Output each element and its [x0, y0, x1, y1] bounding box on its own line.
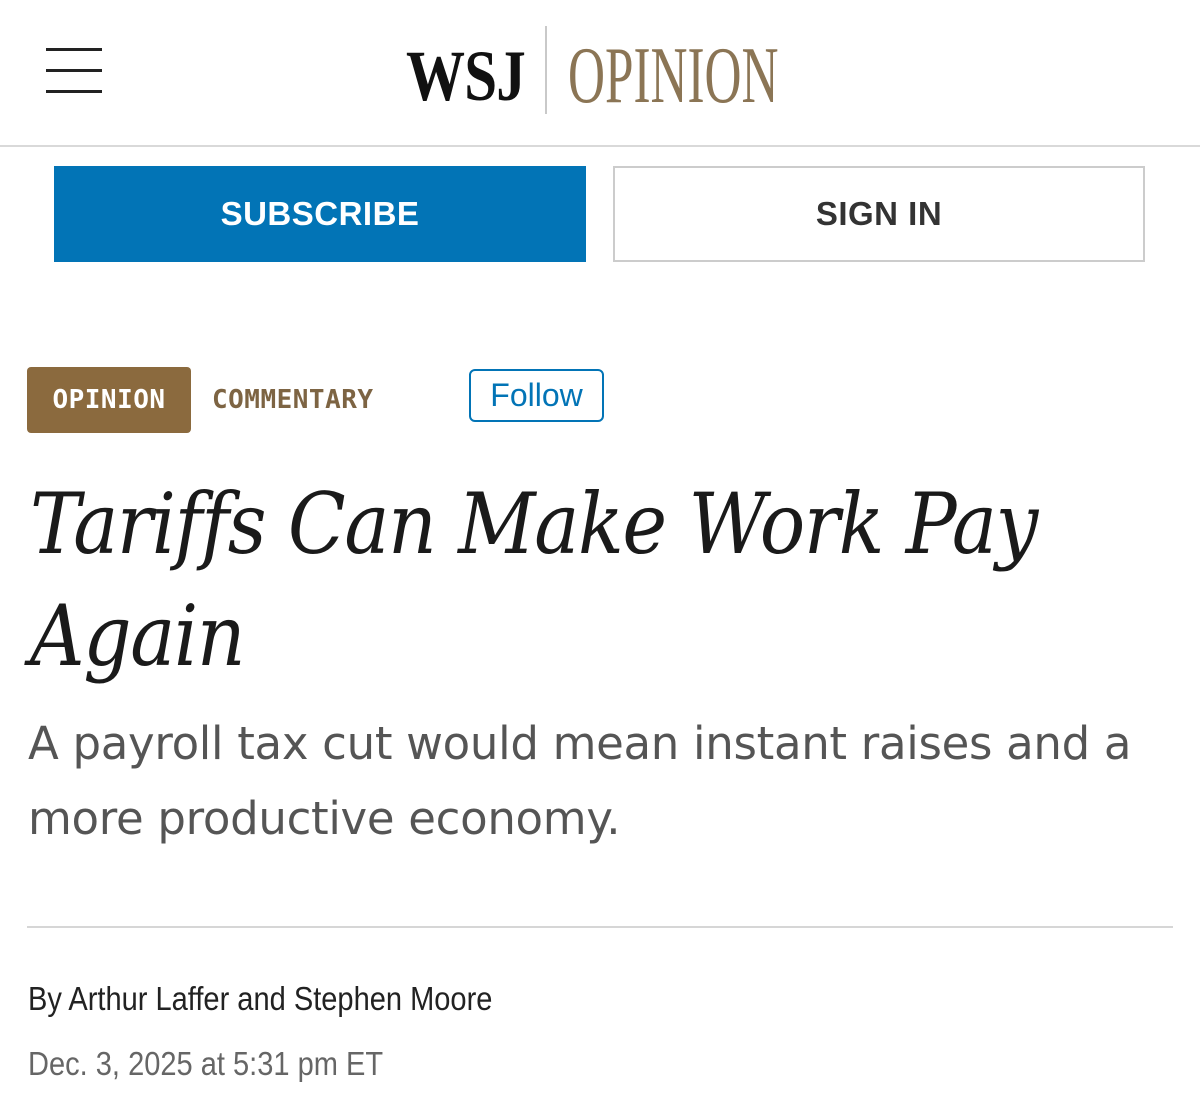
menu-bar-bottom	[46, 90, 102, 93]
publish-date: Dec. 3, 2025 at 5:31 pm ET	[28, 1045, 384, 1082]
divider	[27, 926, 1173, 928]
byline: By Arthur Laffer and Stephen Moore	[28, 980, 493, 1017]
subscribe-button[interactable]: SUBSCRIBE	[54, 166, 586, 262]
sign-in-button[interactable]: SIGN IN	[613, 166, 1145, 262]
logo-divider	[545, 26, 547, 114]
commentary-label[interactable]: COMMENTARY	[212, 380, 374, 420]
article-headline: Tariffs Can Make Work Pay Again	[30, 475, 1038, 685]
follow-button[interactable]: Follow	[469, 369, 604, 422]
opinion-section-tag[interactable]: OPINION	[27, 367, 191, 433]
menu-bar-top	[46, 48, 102, 51]
wsj-logo[interactable]: WSJ	[406, 38, 526, 114]
article-dek: A payroll tax cut would mean instant rai…	[28, 717, 1132, 845]
menu-bar-middle	[46, 69, 102, 72]
opinion-section-logo[interactable]: OPINION	[568, 36, 778, 116]
hamburger-menu-icon[interactable]	[46, 48, 102, 94]
masthead: WSJ OPINION	[0, 0, 1200, 147]
